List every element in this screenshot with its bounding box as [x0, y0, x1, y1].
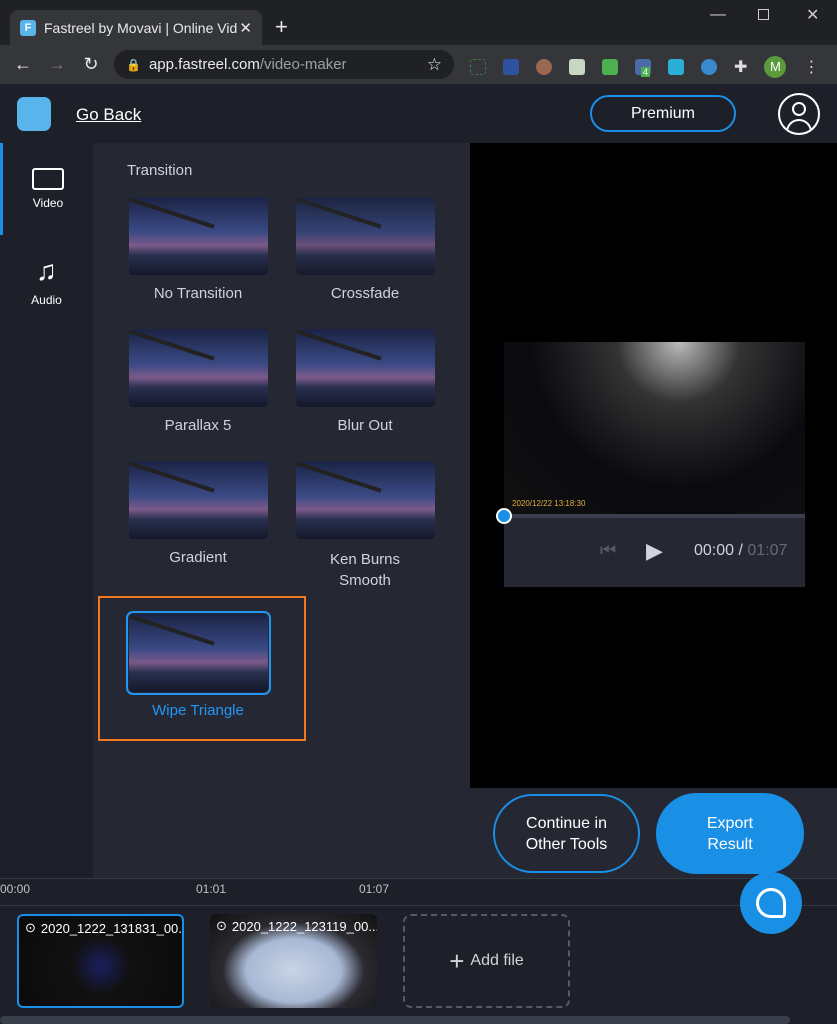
timeline-clip[interactable]: ⊙ 2020_1222_123119_00...	[210, 914, 377, 1008]
panel-title: Transition	[127, 162, 193, 179]
total-time: 01:07	[747, 542, 788, 559]
lock-icon: 🔒	[126, 57, 141, 72]
extension-icon[interactable]	[602, 59, 618, 75]
url-path: /video-maker	[259, 56, 347, 73]
action-bar: Continue in Other Tools Export Result	[470, 788, 837, 878]
transition-gradient[interactable]: Gradient	[113, 461, 283, 566]
music-note-icon: ♫	[36, 255, 57, 286]
extensions: 4 ✚ M ⋮	[470, 56, 819, 78]
app-header: Go Back Premium	[0, 84, 837, 143]
video-timestamp-overlay: 2020/12/22 13:18:30	[512, 499, 586, 508]
user-account-icon[interactable]	[778, 93, 820, 135]
clip-name: 2020_1222_123119_00...	[231, 918, 377, 934]
sidebar-item-audio[interactable]: ♫ Audio	[0, 235, 93, 327]
extension-icon[interactable]	[668, 59, 684, 75]
tick-label: 01:07	[359, 882, 390, 896]
transition-thumbnail	[128, 197, 268, 275]
chat-bubble-icon	[756, 888, 786, 918]
transition-label: Gradient	[169, 549, 227, 566]
plus-icon: +	[449, 945, 465, 976]
maximize-icon[interactable]	[758, 9, 769, 20]
add-file-label: Add file	[470, 952, 524, 969]
puzzle-extensions-icon[interactable]: ✚	[734, 57, 747, 77]
time-separator: /	[738, 542, 743, 559]
transition-thumbnail	[295, 329, 435, 407]
forward-icon[interactable]: →	[40, 54, 74, 75]
extension-icon[interactable]	[503, 59, 519, 75]
transition-label: Ken Burns Smooth	[329, 551, 401, 589]
video-preview: 2020/12/22 13:18:30 ⏮ ▶ 00:00 / 01:07	[470, 143, 837, 788]
tab-title: Fastreel by Movavi | Online Vid	[44, 19, 238, 36]
skip-back-icon[interactable]: ⏮	[600, 540, 616, 561]
close-window-icon[interactable]: ✕	[806, 5, 819, 25]
transition-crossfade[interactable]: Crossfade	[280, 197, 450, 302]
transition-thumbnail	[295, 197, 435, 275]
reload-icon[interactable]: ↻	[74, 54, 108, 75]
minimize-icon[interactable]: —	[710, 6, 726, 24]
sidebar-item-label: Video	[32, 196, 64, 210]
url-host: app.fastreel.com	[148, 56, 260, 73]
extension-icon[interactable]	[470, 59, 486, 75]
video-camera-icon	[32, 168, 64, 190]
fastreel-favicon: F	[20, 19, 36, 36]
continue-in-other-tools-button[interactable]: Continue in Other Tools	[493, 794, 640, 873]
transitions-panel: Transition No Transition Crossfade Paral…	[93, 143, 470, 878]
current-time: 00:00	[694, 542, 735, 559]
extension-icon[interactable]: 4	[635, 59, 651, 77]
close-tab-icon[interactable]: ✕	[239, 19, 252, 37]
browser-tab[interactable]: F Fastreel by Movavi | Online Vid ✕	[10, 10, 262, 45]
transition-label: Parallax 5	[164, 417, 232, 434]
seek-bar[interactable]	[504, 514, 805, 518]
transition-label: Blur Out	[337, 417, 393, 434]
transition-label: No Transition	[153, 285, 243, 302]
transition-parallax-5[interactable]: Parallax 5	[113, 329, 283, 434]
transition-label: Crossfade	[330, 285, 400, 302]
transition-thumbnail	[125, 611, 271, 695]
add-file-button[interactable]: + Add file	[403, 914, 570, 1008]
transition-ken-burns-smooth[interactable]: Ken Burns Smooth	[280, 461, 450, 591]
extension-icon[interactable]	[569, 59, 585, 75]
play-circle-icon: ⊙	[25, 920, 36, 935]
transition-no-transition[interactable]: No Transition	[113, 197, 283, 302]
back-icon[interactable]: ←	[6, 54, 40, 75]
new-tab-icon[interactable]: +	[275, 14, 288, 40]
bookmark-star-icon[interactable]: ☆	[427, 55, 442, 75]
address-bar[interactable]: 🔒 app.fastreel.com /video-maker ☆	[114, 50, 454, 79]
extension-badge: 4	[641, 67, 651, 77]
time-display: 00:00 / 01:07	[694, 542, 787, 560]
tick-label: 01:01	[196, 882, 227, 896]
export-result-button[interactable]: Export Result	[656, 793, 804, 874]
seek-handle[interactable]	[496, 508, 512, 524]
transition-thumbnail	[295, 461, 435, 539]
transition-thumbnail	[128, 461, 268, 539]
transition-label: Wipe Triangle	[152, 702, 244, 719]
extension-icon[interactable]	[701, 59, 717, 75]
video-frame[interactable]: 2020/12/22 13:18:30	[504, 342, 805, 514]
timeline-ruler[interactable]: 00:00 01:01 01:07	[0, 879, 837, 906]
extension-icon[interactable]	[536, 59, 552, 75]
play-circle-icon: ⊙	[216, 918, 227, 933]
browser-tab-strip: F Fastreel by Movavi | Online Vid ✕ + — …	[0, 0, 837, 45]
menu-icon[interactable]: ⋮	[803, 57, 819, 77]
transition-wipe-triangle[interactable]: Wipe Triangle	[113, 611, 283, 719]
sidebar-item-label: Audio	[31, 293, 62, 307]
timeline-clip[interactable]: ⊙ 2020_1222_131831_00...	[17, 914, 184, 1008]
transition-thumbnail	[128, 329, 268, 407]
transition-blur-out[interactable]: Blur Out	[280, 329, 450, 434]
player-controls: ⏮ ▶ 00:00 / 01:07	[496, 508, 805, 587]
clip-name: 2020_1222_131831_00...	[40, 920, 184, 936]
sidebar-item-video[interactable]: Video	[0, 143, 93, 235]
profile-avatar[interactable]: M	[764, 56, 787, 78]
go-back-link[interactable]: Go Back	[76, 105, 141, 125]
chat-support-button[interactable]	[740, 872, 802, 934]
tick-label: 00:00	[0, 882, 31, 896]
play-icon[interactable]: ▶	[646, 538, 663, 564]
timeline-scrollbar[interactable]	[0, 1016, 790, 1024]
sidebar: Video ♫ Audio	[0, 143, 93, 878]
fastreel-logo[interactable]	[17, 97, 51, 131]
premium-button[interactable]: Premium	[590, 95, 736, 132]
